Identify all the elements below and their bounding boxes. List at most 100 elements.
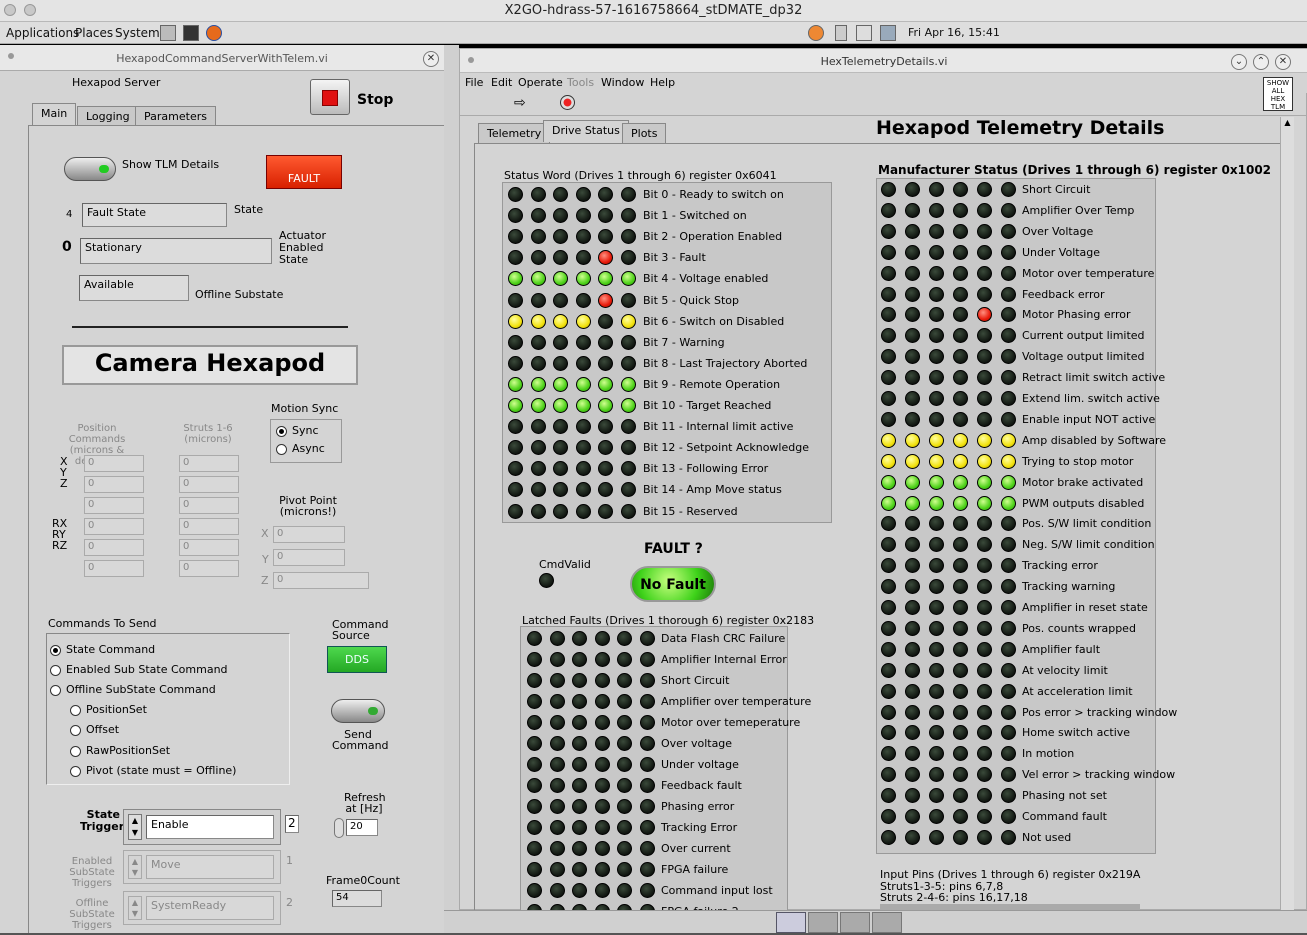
status-led: [620, 292, 636, 308]
run-arrow-icon[interactable]: ⇨: [514, 95, 526, 111]
status-led: [594, 757, 610, 772]
abort-icon[interactable]: [560, 95, 575, 110]
network-icon[interactable]: [880, 25, 896, 41]
status-led: [977, 495, 992, 511]
pos-input-rz[interactable]: 0: [84, 560, 144, 577]
status-led: [639, 820, 655, 835]
tab-plots[interactable]: Plots: [622, 123, 667, 143]
status-led: [953, 474, 968, 490]
status-led: [598, 187, 613, 202]
refresh-stepper[interactable]: [334, 818, 344, 838]
menu-places[interactable]: Places: [75, 26, 113, 40]
offline-triggers-value[interactable]: SystemReady: [146, 896, 274, 920]
status-led: [977, 223, 992, 239]
async-radio[interactable]: [276, 444, 287, 455]
tab-parameters[interactable]: Parameters: [135, 106, 216, 126]
enabled-triggers-stepper[interactable]: ▲ ▼: [128, 855, 142, 879]
rawpositionset-radio[interactable]: [70, 746, 81, 757]
status-led: [977, 432, 992, 448]
offline-substate-radio[interactable]: [50, 685, 61, 696]
refresh-input[interactable]: 20: [346, 819, 378, 836]
workspace-1[interactable]: [776, 912, 806, 933]
offline-triggers-ring[interactable]: ▲ ▼ SystemReady: [123, 891, 281, 925]
status-led: [929, 620, 944, 636]
enabled-triggers-ring[interactable]: ▲ ▼ Move: [123, 850, 281, 884]
offset-radio[interactable]: [70, 725, 81, 736]
positionset-radio[interactable]: [70, 705, 81, 716]
state-command-radio[interactable]: [50, 645, 61, 656]
menu-tools[interactable]: Tools: [567, 76, 594, 89]
show-tlm-toggle[interactable]: [64, 157, 116, 181]
calculator-icon[interactable]: [160, 25, 176, 41]
show-all-hex-tlm-button[interactable]: SHOW ALL HEX TLM: [1263, 77, 1293, 111]
status-led: [905, 391, 920, 406]
menu-operate[interactable]: Operate: [518, 76, 563, 89]
status-led: [530, 398, 546, 413]
status-led: [575, 482, 591, 498]
pivot-z-input[interactable]: 0: [273, 572, 369, 589]
stop-button[interactable]: [310, 79, 350, 115]
pos-input-rx[interactable]: 0: [84, 518, 144, 535]
state-triggers-value[interactable]: Enable: [146, 815, 274, 839]
close-icon[interactable]: ✕: [1275, 54, 1291, 70]
offline-triggers-stepper[interactable]: ▲ ▼: [128, 896, 142, 920]
status-led: [929, 683, 944, 699]
sync-radio[interactable]: [276, 426, 287, 437]
workspace-4[interactable]: [872, 912, 902, 933]
firefox-icon[interactable]: [206, 25, 222, 41]
state-triggers-label: State Triggers: [80, 808, 131, 833]
status-led: [527, 673, 542, 688]
status-led: [929, 704, 944, 720]
alert-icon[interactable]: [808, 25, 824, 41]
status-led: [977, 411, 992, 427]
clock[interactable]: Fri Apr 16, 15:41: [908, 26, 1000, 39]
vertical-scrollbar[interactable]: ▲: [1280, 117, 1294, 911]
pivot-y-input[interactable]: 0: [273, 549, 345, 566]
menu-help[interactable]: Help: [650, 76, 675, 89]
pos-input-ry[interactable]: 0: [84, 539, 144, 556]
status-led: [639, 757, 655, 772]
menu-edit[interactable]: Edit: [491, 76, 512, 89]
status-led: [617, 736, 632, 751]
pos-input-z[interactable]: 0: [84, 497, 144, 514]
close-icon[interactable]: ✕: [423, 51, 439, 67]
tab-main[interactable]: Main: [32, 103, 77, 125]
status-led: [953, 809, 968, 824]
status-led: [905, 244, 920, 260]
tab-logging[interactable]: Logging: [77, 106, 139, 126]
pivot-x-input[interactable]: 0: [273, 526, 345, 543]
volume-icon[interactable]: [856, 25, 872, 41]
fault-button[interactable]: FAULT: [266, 155, 342, 189]
status-led: [881, 641, 896, 657]
axis-labels-rot: RX RY RZ: [52, 517, 68, 552]
minimize-icon[interactable]: ⌄: [1231, 54, 1247, 70]
led-row-label: Feedback fault: [661, 779, 742, 792]
state-triggers-ring[interactable]: ▲ ▼ Enable: [123, 809, 281, 845]
pos-input-y[interactable]: 0: [84, 476, 144, 493]
status-led: [508, 292, 523, 308]
frame-count-label: Frame0Count: [326, 874, 400, 887]
state-triggers-stepper[interactable]: ▲ ▼: [128, 814, 142, 840]
send-command-toggle[interactable]: [331, 699, 385, 723]
status-led: [1001, 620, 1016, 636]
menu-window[interactable]: Window: [601, 76, 644, 89]
status-led: [530, 250, 546, 266]
pos-input-x[interactable]: 0: [84, 455, 144, 472]
tab-drive-status[interactable]: Drive Status: [543, 120, 629, 142]
status-led: [905, 474, 920, 490]
status-led: [527, 715, 542, 730]
maximize-icon[interactable]: ⌃: [1253, 54, 1269, 70]
tab-telemetry[interactable]: Telemetry: [478, 123, 551, 143]
terminal-icon[interactable]: [183, 25, 199, 41]
actuator-number: 0: [62, 239, 72, 255]
dds-source-button[interactable]: DDS: [327, 646, 387, 673]
pivot-radio[interactable]: [70, 766, 81, 777]
menu-file[interactable]: File: [465, 76, 483, 89]
menu-applications[interactable]: Applications: [6, 26, 79, 40]
menu-system[interactable]: System: [115, 26, 160, 40]
status-led: [905, 600, 920, 615]
enabled-triggers-value[interactable]: Move: [146, 855, 274, 879]
workspace-2[interactable]: [808, 912, 838, 933]
enabled-substate-radio[interactable]: [50, 665, 61, 676]
workspace-3[interactable]: [840, 912, 870, 933]
